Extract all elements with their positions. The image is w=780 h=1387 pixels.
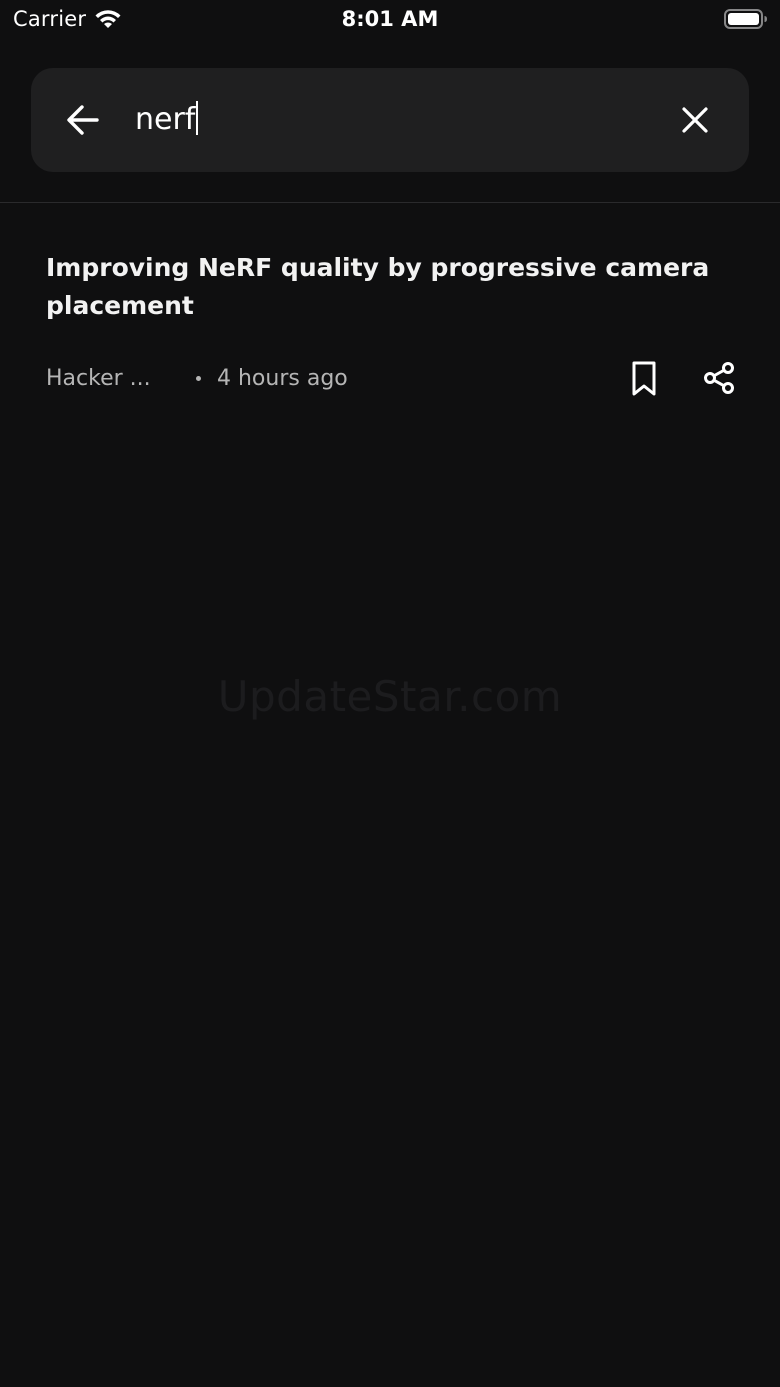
search-query-text: nerf bbox=[135, 102, 196, 137]
share-icon[interactable] bbox=[702, 361, 736, 395]
article-source: Hacker ... bbox=[46, 365, 151, 391]
arrow-left-icon[interactable] bbox=[65, 100, 101, 140]
status-time: 8:01 AM bbox=[341, 7, 439, 31]
search-input[interactable]: nerf bbox=[135, 94, 655, 146]
text-caret bbox=[196, 100, 199, 135]
battery-icon bbox=[724, 9, 767, 29]
article-meta: Hacker ... 4 hours ago bbox=[46, 365, 348, 395]
list-item[interactable]: Improving NeRF quality by progressive ca… bbox=[0, 203, 780, 423]
status-bar: Carrier 8:01 AM bbox=[0, 0, 780, 40]
search-bar: nerf bbox=[31, 68, 749, 172]
article-title[interactable]: Improving NeRF quality by progressive ca… bbox=[46, 249, 726, 325]
bookmark-icon[interactable] bbox=[628, 359, 660, 399]
separator-dot bbox=[196, 375, 201, 381]
close-icon[interactable] bbox=[679, 104, 711, 136]
watermark-text: UpdateStar.com bbox=[217, 672, 563, 721]
article-age: 4 hours ago bbox=[217, 365, 348, 391]
